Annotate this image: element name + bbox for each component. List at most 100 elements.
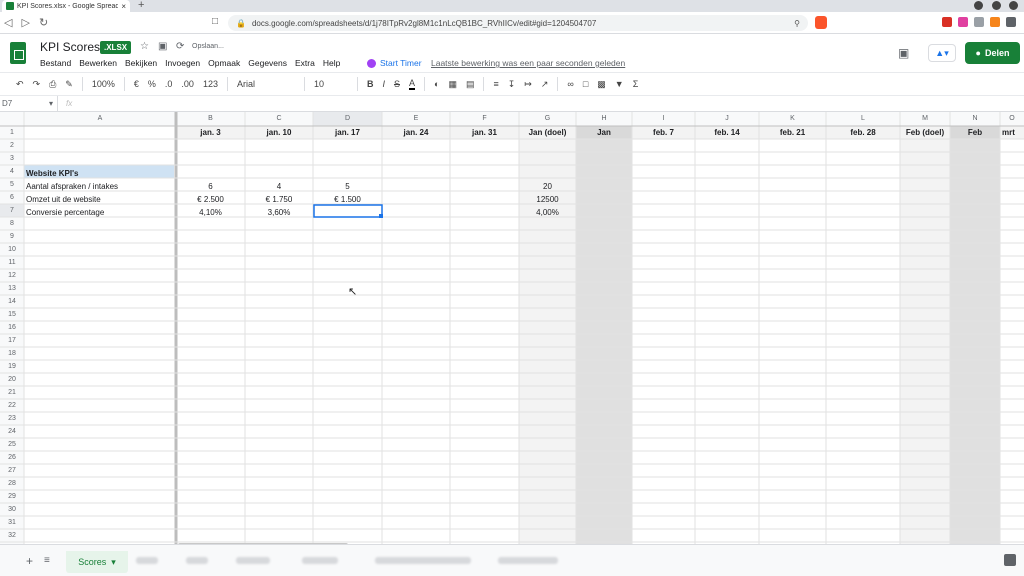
close-tab-icon[interactable]: × [121,2,126,11]
percent-button[interactable]: % [148,79,156,89]
row-header[interactable]: 32 [0,529,24,542]
extension-red-icon[interactable] [942,17,952,27]
column-header-a[interactable]: A [24,112,176,126]
increase-decimals-button[interactable]: .00 [181,79,194,89]
minimize-icon[interactable] [974,1,983,10]
row-header[interactable]: 3 [0,152,24,165]
sheets-logo-icon[interactable] [10,42,26,64]
column-header-b[interactable]: B [176,112,245,126]
column-header-k[interactable]: K [759,112,826,126]
cell-c6[interactable]: € 1.750 [245,193,313,206]
row-header[interactable]: 10 [0,243,24,256]
cell-b7[interactable]: 4,10% [176,206,245,219]
row-header[interactable]: 8 [0,217,24,230]
number-format-select[interactable]: 123 [203,79,218,89]
move-folder-icon[interactable]: ▣ [158,41,167,52]
header-cell-j1[interactable]: feb. 14 [695,126,759,139]
column-header-j[interactable]: J [695,112,759,126]
row-header[interactable]: 26 [0,451,24,464]
doc-title[interactable]: KPI Scores [40,40,100,54]
row-header[interactable]: 22 [0,399,24,412]
zoom-select[interactable]: 100% [92,79,115,89]
row-header[interactable]: 17 [0,334,24,347]
blurred-sheet-tab[interactable] [186,557,208,564]
header-cell-b1[interactable]: jan. 3 [176,126,245,139]
row-header[interactable]: 15 [0,308,24,321]
header-cell-c1[interactable]: jan. 10 [245,126,313,139]
cell-g5[interactable]: 20 [519,180,576,193]
row-header[interactable]: 23 [0,412,24,425]
blurred-sheet-tab[interactable] [136,557,158,564]
star-icon[interactable]: ☆ [140,41,149,52]
row-header[interactable]: 2 [0,139,24,152]
row-header[interactable]: 6 [0,191,24,204]
row-header[interactable]: 4 [0,165,24,178]
explore-icon[interactable] [1004,554,1016,566]
row-header[interactable]: 11 [0,256,24,269]
borders-icon[interactable]: ▦ [448,79,457,90]
column-header-d[interactable]: D [313,112,382,126]
browser-tab[interactable]: KPI Scores.xlsx - Google Spreadsheets × [2,0,130,12]
menu-bestand[interactable]: Bestand [40,58,71,68]
zoom-icon[interactable]: ⚲ [794,19,800,28]
cell-g7[interactable]: 4,00% [519,206,576,219]
row-header[interactable]: 21 [0,386,24,399]
row-header[interactable]: 16 [0,321,24,334]
font-size-select[interactable]: 10 [314,79,348,89]
blurred-sheet-tab[interactable] [302,557,338,564]
menu-help[interactable]: Help [323,58,340,68]
row-header[interactable]: 1 [0,126,24,139]
new-tab-button[interactable]: + [138,0,144,11]
chart-icon[interactable]: ▩ [597,79,606,90]
header-cell-k1[interactable]: feb. 21 [759,126,826,139]
redo-icon[interactable]: ↷ [33,79,41,90]
column-header-g[interactable]: G [519,112,576,126]
cell-a5[interactable]: Aantal afspraken / intakes [26,180,174,193]
text-rotation-icon[interactable]: ↗ [541,79,549,90]
font-select[interactable]: Arial [237,79,295,89]
strikethrough-button[interactable]: S [394,79,400,89]
column-header-c[interactable]: C [245,112,313,126]
undo-icon[interactable]: ↶ [16,79,24,90]
header-cell-n1[interactable]: Feb [950,126,1000,139]
row-header[interactable]: 5 [0,178,24,191]
forward-icon[interactable]: ▷ [21,16,29,29]
spreadsheet-grid[interactable]: A B C D E F G H I J K L M N O 1234567891… [0,112,1024,544]
row-header[interactable]: 13 [0,282,24,295]
menu-bewerken[interactable]: Bewerken [79,58,117,68]
extension-gray-icon[interactable] [974,17,984,27]
row-header[interactable]: 7 [0,204,24,217]
row-header[interactable]: 30 [0,503,24,516]
header-cell-h1[interactable]: Jan [576,126,632,139]
column-header-m[interactable]: M [900,112,950,126]
column-header-o[interactable]: O [1000,112,1024,126]
menu-gegevens[interactable]: Gegevens [248,58,287,68]
row-header[interactable]: 29 [0,490,24,503]
italic-button[interactable]: I [382,79,385,89]
start-timer-link[interactable]: Start Timer [380,58,422,68]
cell-c5[interactable]: 4 [245,180,313,193]
column-header-l[interactable]: L [826,112,900,126]
row-header[interactable]: 27 [0,464,24,477]
row-header[interactable]: 31 [0,516,24,529]
row-header[interactable]: 19 [0,360,24,373]
cell-a4[interactable]: Website KPI's [26,167,174,180]
all-sheets-icon[interactable]: ≡ [44,555,50,566]
blurred-sheet-tab[interactable] [236,557,270,564]
bold-button[interactable]: B [367,79,374,89]
filter-icon[interactable]: ▼ [615,79,624,89]
menu-bekijken[interactable]: Bekijken [125,58,157,68]
back-icon[interactable]: ◁ [4,16,12,29]
header-cell-d1[interactable]: jan. 17 [313,126,382,139]
header-cell-m1[interactable]: Feb (doel) [900,126,950,139]
add-sheet-icon[interactable]: + [26,554,33,568]
maximize-icon[interactable] [991,1,1001,10]
cell-c7[interactable]: 3,60% [245,206,313,219]
text-color-button[interactable]: A [409,78,416,90]
cell-d5[interactable]: 5 [313,180,382,193]
sheet-tab-scores[interactable]: Scores ▾ [66,551,128,573]
extensions-puzzle-icon[interactable] [1006,17,1016,27]
comment-history-icon[interactable]: ▣ [898,46,909,60]
blurred-sheet-tab[interactable] [498,557,558,564]
name-box[interactable]: D7 ▾ [0,96,58,111]
